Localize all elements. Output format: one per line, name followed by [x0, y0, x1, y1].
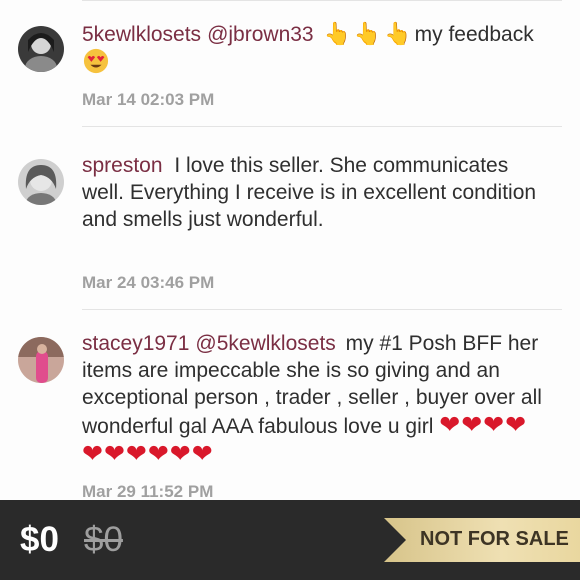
comment-username[interactable]: stacey1971	[82, 332, 189, 355]
comment-text: spreston I love this seller. She communi…	[82, 152, 540, 233]
heart-eyes-emoji-icon	[83, 48, 109, 74]
pointing-up-icon: 👆👆👆	[323, 22, 415, 47]
comment-mention[interactable]: @jbrown33	[207, 23, 314, 46]
comment-username[interactable]: spreston	[82, 154, 163, 177]
comment-body: my feedback	[414, 23, 534, 46]
divider	[82, 0, 562, 1]
comments-feed[interactable]: 5kewlklosets @jbrown33 👆👆👆my feedback Mar…	[0, 0, 580, 500]
comment-text: stacey1971 @5kewlklosets my #1 Posh BFF h…	[82, 330, 544, 469]
comment-timestamp: Mar 14 02:03 PM	[82, 90, 215, 109]
comment-mention[interactable]: @5kewlklosets	[195, 332, 335, 355]
listing-footer-bar: $0 $0 NOT FOR SALE	[0, 500, 580, 580]
avatar[interactable]	[18, 337, 64, 383]
not-for-sale-label: NOT FOR SALE	[420, 528, 569, 550]
comment-timestamp: Mar 29 11:52 PM	[82, 482, 214, 500]
comment-text: 5kewlklosets @jbrown33 👆👆👆my feedback	[82, 21, 540, 76]
divider	[82, 126, 562, 127]
comment-timestamp: Mar 24 03:46 PM	[82, 273, 215, 292]
avatar[interactable]	[18, 159, 64, 205]
divider	[82, 309, 562, 310]
price: $0	[20, 520, 59, 559]
comment-username[interactable]: 5kewlklosets	[82, 23, 201, 46]
original-price: $0	[84, 520, 123, 559]
avatar[interactable]	[18, 26, 64, 72]
